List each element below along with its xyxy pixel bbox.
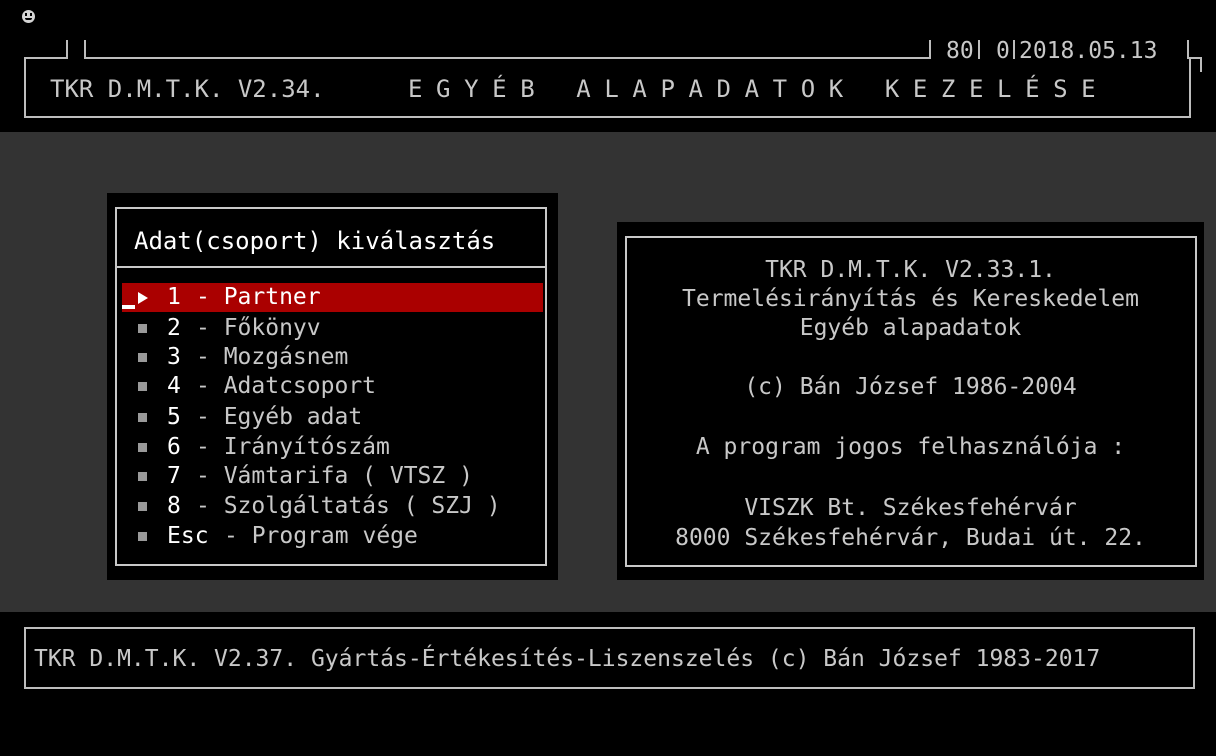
menu-item-label: - Program vége: [224, 523, 418, 549]
menu-item-label: - Adatcsoport: [196, 373, 377, 399]
menu-item-partner[interactable]: 1 - Partner: [122, 283, 543, 312]
menu-item-key: 6: [167, 434, 181, 460]
square-bullet-icon: [138, 353, 147, 362]
menu-item-label: - Irányítószám: [196, 434, 390, 460]
header-stat-a: 80: [946, 38, 974, 64]
square-bullet-icon: [138, 472, 147, 481]
arrow-right-icon: [138, 292, 148, 304]
info-version: TKR D.M.T.K. V2.33.1.: [765, 257, 1056, 283]
menu-item-szolgaltatas[interactable]: 8 - Szolgáltatás ( SZJ ): [122, 492, 543, 521]
info-licensee-name: VISZK Bt. Székesfehérvár: [744, 495, 1077, 521]
page-title: EGYÉB ALAPADATOK KEZELÉSE: [408, 75, 1110, 103]
menu-item-esc[interactable]: Esc - Program vége: [122, 522, 543, 551]
menu-item-key: Esc: [167, 523, 209, 549]
header-tick: [978, 40, 980, 59]
menu-item-label: - Főkönyv: [196, 315, 321, 341]
info-subtitle: Termelésirányítás és Kereskedelem: [682, 286, 1139, 312]
menu-item-vamtarifa[interactable]: 7 - Vámtarifa ( VTSZ ): [122, 462, 543, 491]
square-bullet-icon: [138, 413, 147, 422]
square-bullet-icon: [138, 532, 147, 541]
header-tick: [929, 40, 931, 59]
menu-separator: [115, 266, 547, 268]
menu-item-label: - Egyéb adat: [196, 404, 363, 430]
terminal-screen: 80 0 2018.05.13 TKR D.M.T.K. V2.34. EGYÉ…: [0, 0, 1216, 756]
menu-item-key: 2: [167, 315, 181, 341]
menu-item-label: - Mozgásnem: [196, 344, 349, 370]
smiley-face-icon: [22, 10, 35, 23]
menu-item-key: 7: [167, 463, 181, 489]
menu-title: Adat(csoport) kiválasztás: [134, 227, 496, 255]
square-bullet-icon: [138, 324, 147, 333]
menu-item-key: 3: [167, 344, 181, 370]
info-copyright: (c) Bán József 1986-2004: [744, 374, 1077, 400]
header-tick: [1200, 57, 1202, 72]
header-frame-top: [84, 57, 929, 59]
menu-item-label: - Partner: [196, 284, 321, 310]
menu-item-key: 1: [167, 284, 181, 310]
menu-item-mozgasnem[interactable]: 3 - Mozgásnem: [122, 343, 543, 372]
menu-item-label: - Vámtarifa ( VTSZ ): [196, 463, 473, 489]
square-bullet-icon: [138, 382, 147, 391]
header-tick: [1013, 40, 1015, 59]
menu-item-iranyitoszam[interactable]: 6 - Irányítószám: [122, 433, 543, 462]
footer-text: TKR D.M.T.K. V2.37. Gyártás-Értékesítés-…: [34, 646, 1101, 672]
info-licensee-label: A program jogos felhasználója :: [695, 434, 1126, 460]
menu-item-adatcsoport[interactable]: 4 - Adatcsoport: [122, 372, 543, 401]
header-band: 80 0 2018.05.13 TKR D.M.T.K. V2.34. EGYÉ…: [0, 0, 1216, 132]
menu-item-label: - Szolgáltatás ( SZJ ): [196, 493, 501, 519]
header-stat-b: 0: [996, 38, 1010, 64]
header-date: 2018.05.13: [1019, 38, 1158, 64]
text-cursor: [122, 305, 135, 309]
menu-item-fokonyv[interactable]: 2 - Főkönyv: [122, 314, 543, 343]
menu-item-key: 8: [167, 493, 181, 519]
header-frame-top-left: [24, 57, 66, 59]
header-tick: [66, 40, 68, 59]
square-bullet-icon: [138, 502, 147, 511]
menu-item-key: 4: [167, 373, 181, 399]
info-licensee-address: 8000 Székesfehérvár, Budai út. 22.: [675, 525, 1146, 551]
info-module: Egyéb alapadatok: [799, 315, 1022, 341]
app-version: TKR D.M.T.K. V2.34.: [50, 75, 325, 103]
square-bullet-icon: [138, 443, 147, 452]
menu-item-key: 5: [167, 404, 181, 430]
menu-item-egyeb-adat[interactable]: 5 - Egyéb adat: [122, 403, 543, 432]
